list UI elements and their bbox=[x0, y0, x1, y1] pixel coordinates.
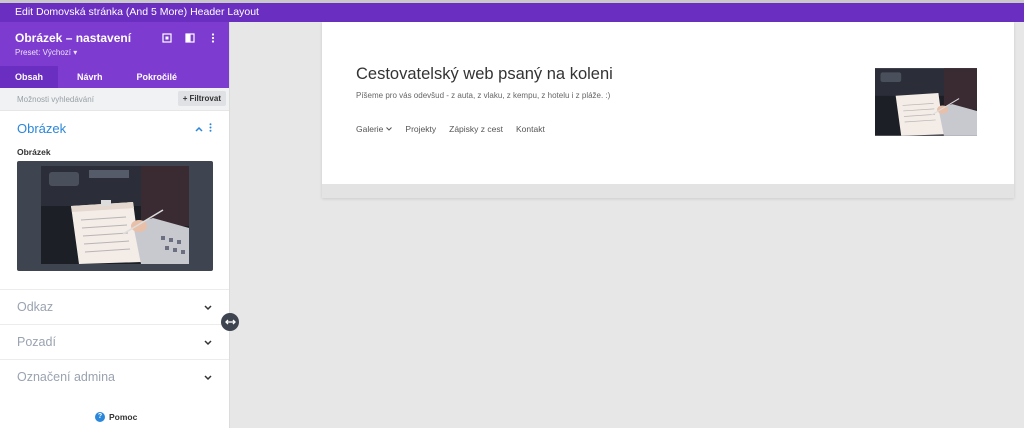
help-link[interactable]: ? Pomoc bbox=[95, 412, 137, 422]
settings-panel: Obrázek – nastavení Preset: Výchozí ▾ Ob… bbox=[0, 22, 230, 428]
section-background-title: Pozadí bbox=[17, 335, 56, 349]
preset-selector[interactable]: Preset: Výchozí ▾ bbox=[15, 48, 229, 57]
panel-resize-handle[interactable] bbox=[221, 313, 239, 331]
chevron-down-icon bbox=[204, 333, 212, 351]
fullscreen-icon[interactable] bbox=[160, 31, 173, 44]
section-image-title: Obrázek bbox=[17, 120, 67, 136]
tab-advanced[interactable]: Pokročilé bbox=[122, 66, 193, 88]
section-link[interactable]: Odkaz bbox=[0, 289, 229, 324]
panel-header-icons bbox=[160, 31, 219, 44]
more-options-icon[interactable] bbox=[206, 31, 219, 44]
site-nav: Galerie Projekty Zápisky z cest Kontakt bbox=[356, 124, 545, 134]
section-link-title: Odkaz bbox=[17, 300, 54, 314]
nav-item-contact[interactable]: Kontakt bbox=[516, 124, 545, 134]
help-icon: ? bbox=[95, 412, 105, 422]
section-image-icons bbox=[195, 119, 212, 137]
panel-header: Obrázek – nastavení Preset: Výchozí ▾ bbox=[0, 22, 229, 66]
chevron-down-icon bbox=[204, 298, 212, 316]
nav-item-projects[interactable]: Projekty bbox=[405, 124, 436, 134]
filter-button[interactable]: + Filtrovat bbox=[177, 91, 226, 106]
image-field-label: Obrázek bbox=[17, 147, 51, 157]
car-clipboard-photo bbox=[41, 166, 189, 264]
chevron-down-icon bbox=[386, 127, 393, 131]
site-tagline[interactable]: Píšeme pro vás odevšud - z auta, z vlaku… bbox=[356, 91, 610, 100]
search-row: +Filtrovat bbox=[0, 88, 229, 111]
site-title[interactable]: Cestovatelský web psaný na koleni bbox=[356, 65, 613, 84]
chevron-up-icon[interactable] bbox=[195, 119, 203, 137]
nav-item-travel-notes[interactable]: Zápisky z cest bbox=[449, 124, 503, 134]
help-label: Pomoc bbox=[109, 412, 138, 422]
tab-content[interactable]: Obsah bbox=[0, 66, 59, 88]
section-more-icon[interactable] bbox=[209, 119, 212, 137]
nav-item-label: Galerie bbox=[356, 124, 384, 134]
chevron-down-icon bbox=[204, 368, 212, 386]
tab-design[interactable]: Návrh bbox=[58, 66, 122, 88]
window-title: Edit Domovská stránka (And 5 More) Heade… bbox=[0, 3, 1024, 22]
header-image[interactable] bbox=[875, 68, 977, 136]
section-admin-label[interactable]: Označení admina bbox=[0, 359, 229, 394]
panel-tabs: Obsah Návrh Pokročilé bbox=[0, 66, 229, 88]
filter-label: Filtrovat bbox=[189, 94, 221, 103]
search-input[interactable] bbox=[0, 88, 170, 110]
section-image-header[interactable]: Obrázek bbox=[17, 111, 212, 145]
section-background[interactable]: Pozadí bbox=[0, 324, 229, 359]
header-preview: Cestovatelský web psaný na koleni Píšeme… bbox=[322, 22, 1014, 198]
resize-arrows-icon bbox=[224, 319, 236, 325]
nav-item-gallery[interactable]: Galerie bbox=[356, 124, 393, 134]
split-view-icon[interactable] bbox=[183, 31, 196, 44]
section-admin-label-title: Označení admina bbox=[17, 370, 115, 384]
plus-icon: + bbox=[182, 94, 188, 103]
section-image: Obrázek Obrázek bbox=[0, 111, 229, 271]
card-bottom-strip bbox=[322, 184, 1014, 198]
image-upload-preview[interactable] bbox=[17, 161, 213, 271]
